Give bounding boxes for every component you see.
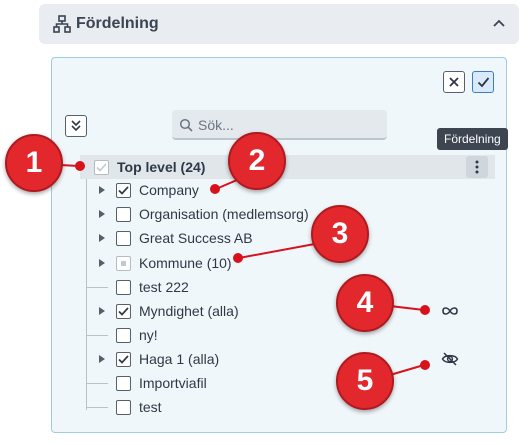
tree-item-label: Company xyxy=(139,182,199,198)
annotation-dot xyxy=(420,305,430,315)
annotation-marker-5: 5 xyxy=(336,352,394,410)
item-checkbox[interactable] xyxy=(116,351,131,367)
item-checkbox[interactable] xyxy=(116,327,131,343)
item-checkbox[interactable] xyxy=(116,255,131,271)
expand-caret-icon[interactable] xyxy=(98,306,106,316)
more-vertical-icon xyxy=(475,160,479,174)
row-menu-button[interactable] xyxy=(466,156,488,178)
confirm-button[interactable] xyxy=(472,71,494,93)
tree-item-label: test 222 xyxy=(139,279,189,295)
annotation-dot xyxy=(75,161,85,171)
annotation-marker-4: 4 xyxy=(336,274,394,332)
expand-caret-icon[interactable] xyxy=(98,233,106,243)
annotation-dot xyxy=(420,360,430,370)
tree-connector xyxy=(86,335,108,336)
tree-item[interactable]: Great Success AB xyxy=(98,227,253,249)
close-icon xyxy=(449,77,459,87)
infinity-icon[interactable] xyxy=(441,304,459,318)
item-checkbox[interactable] xyxy=(116,206,131,222)
expand-caret-icon[interactable] xyxy=(98,354,106,364)
collapse-all-button[interactable] xyxy=(65,115,87,137)
item-checkbox[interactable] xyxy=(116,230,131,246)
item-checkbox[interactable] xyxy=(116,303,131,319)
eye-off-icon[interactable] xyxy=(441,352,459,366)
annotation-dot xyxy=(210,184,220,194)
annotation-dot xyxy=(233,253,243,263)
cancel-button[interactable] xyxy=(443,71,465,93)
item-checkbox[interactable] xyxy=(116,399,131,415)
check-icon xyxy=(477,77,489,88)
tree-connector xyxy=(86,179,87,410)
tree-item-top-level[interactable]: Top level (24) xyxy=(94,156,205,178)
tree-item[interactable]: test 222 xyxy=(116,276,189,298)
tooltip: Fördelning xyxy=(437,128,508,150)
tree-item[interactable]: Importviafil xyxy=(116,372,207,394)
distribution-panel: Fördelning Top level (24) Company Organi… xyxy=(51,57,508,433)
tree-item[interactable]: Organisation (medlemsorg) xyxy=(98,203,309,225)
tree-item-label: ny! xyxy=(139,327,158,343)
item-checkbox[interactable] xyxy=(116,182,131,198)
hierarchy-icon xyxy=(53,15,71,33)
annotation-marker-1: 1 xyxy=(5,134,63,192)
tree-connector xyxy=(86,383,108,384)
tree-item[interactable]: Company xyxy=(98,179,199,201)
tree-item[interactable]: test xyxy=(116,396,162,418)
tree-item-label: Myndighet (alla) xyxy=(139,303,239,319)
tree-item-label: test xyxy=(139,399,162,415)
tree-item[interactable]: ny! xyxy=(116,324,158,346)
tree-connector xyxy=(86,287,108,288)
tree-item[interactable]: Kommune (10) xyxy=(98,252,232,274)
top-level-checkbox xyxy=(94,159,109,175)
expand-caret-icon[interactable] xyxy=(98,185,106,195)
tree-item[interactable]: Myndighet (alla) xyxy=(98,300,239,322)
item-checkbox[interactable] xyxy=(116,279,131,295)
chevron-up-icon[interactable] xyxy=(491,16,507,32)
section-header[interactable]: Fördelning xyxy=(39,4,519,44)
tree-item[interactable]: Haga 1 (alla) xyxy=(98,348,219,370)
tree-item-label: Organisation (medlemsorg) xyxy=(139,206,309,222)
search-box[interactable] xyxy=(172,110,387,140)
expand-caret-icon[interactable] xyxy=(98,258,106,268)
annotation-marker-3: 3 xyxy=(311,205,369,263)
annotation-marker-2: 2 xyxy=(228,132,286,190)
tree-item-label: Kommune (10) xyxy=(139,255,232,271)
search-input[interactable] xyxy=(198,115,378,135)
tree-connector xyxy=(86,407,108,408)
tree-item-label: Importviafil xyxy=(139,375,207,391)
expand-caret-icon[interactable] xyxy=(98,209,106,219)
tree-item-label: Haga 1 (alla) xyxy=(139,351,220,367)
item-checkbox[interactable] xyxy=(116,375,131,391)
tree-item-label: Top level (24) xyxy=(117,159,206,175)
search-icon xyxy=(179,118,193,132)
tree-item-label: Great Success AB xyxy=(139,230,253,246)
section-title: Fördelning xyxy=(76,15,159,32)
collapse-all-icon xyxy=(71,120,81,132)
